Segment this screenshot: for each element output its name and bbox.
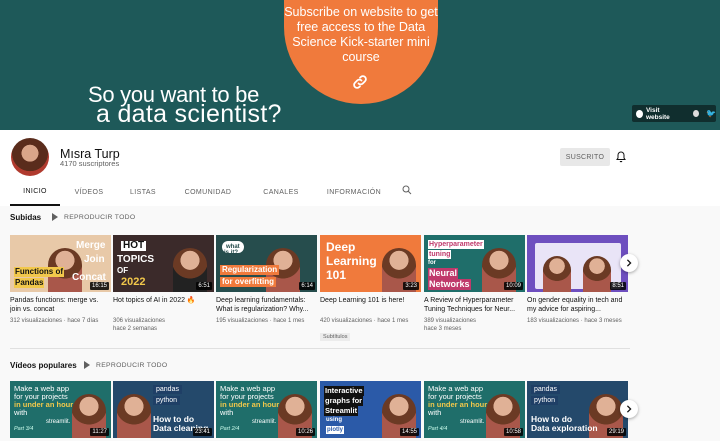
play-all-label: REPRODUCIR TODO: [96, 361, 168, 369]
video-thumbnail[interactable]: Deep Learning 101 3:23: [320, 235, 421, 292]
video-duration: 10:26: [295, 428, 315, 436]
video-duration: 6:14: [299, 282, 315, 290]
video-duration: 6:51: [196, 282, 212, 290]
chevron-right-icon: [626, 259, 632, 267]
tab-canales[interactable]: CANALES: [248, 178, 314, 206]
link-icon[interactable]: [351, 73, 369, 91]
video-card[interactable]: Deep Learning 101 3:23 Deep Learning 101…: [320, 235, 421, 343]
video-title[interactable]: Hot topics of AI in 2022 🔥: [113, 296, 214, 314]
popular-play-all-button[interactable]: REPRODUCIR TODO: [84, 361, 167, 369]
video-meta: 312 visualizaciones · hace 7 días: [10, 318, 99, 324]
video-card[interactable]: Hyperparameter tuning for Neural Network…: [424, 235, 525, 333]
tab-inicio[interactable]: INICIO: [10, 178, 60, 206]
popular-video-thumbnail[interactable]: Interactive graphs for Streamlit using p…: [320, 381, 421, 438]
video-meta: 420 visualizaciones · hace 1 mes: [320, 318, 409, 324]
popular-video-thumbnail[interactable]: pandas python How to do Data cleaning 23:…: [113, 381, 214, 438]
video-duration: 10:58: [503, 428, 523, 436]
popular-video-thumbnail[interactable]: Make a web app for your projects in under …: [10, 381, 111, 438]
search-icon[interactable]: [402, 185, 412, 195]
video-meta: 195 visualizaciones · hace 1 mes: [216, 318, 305, 324]
video-card[interactable]: 8:51 On gender equality in tech and my a…: [527, 235, 628, 325]
video-card[interactable]: Merge Join Concat Functions of Pandas 16…: [10, 235, 111, 325]
visit-website-link[interactable]: Visit website 🐦: [632, 105, 716, 122]
popular-shelf-title[interactable]: Vídeos populares: [10, 361, 77, 370]
video-duration: 16:15: [89, 282, 109, 290]
popular-video-thumbnail[interactable]: Make a web app for your projects in under …: [424, 381, 525, 438]
channel-banner: Subscribe on website to get free access …: [0, 0, 720, 130]
play-all-label: REPRODUCIR TODO: [64, 213, 136, 221]
subscribe-button[interactable]: SUSCRITO: [560, 148, 610, 166]
globe-icon: [636, 109, 643, 118]
subscriber-count: 4170 suscriptores: [60, 159, 120, 168]
video-thumbnail[interactable]: Merge Join Concat Functions of Pandas 16…: [10, 235, 111, 292]
instagram-icon[interactable]: [692, 110, 700, 117]
tab-comunidad[interactable]: COMUNIDAD: [168, 178, 248, 206]
shelf-divider: [10, 348, 630, 349]
video-title[interactable]: Deep learning fundamentals: What is regu…: [216, 296, 317, 314]
video-card[interactable]: what is it? Regularization for overfitti…: [216, 235, 317, 325]
video-meta: 389 visualizaciones hace 3 meses: [424, 318, 477, 332]
video-duration: 3:23: [403, 282, 419, 290]
video-duration: 23:41: [192, 428, 212, 436]
video-thumbnail[interactable]: Hyperparameter tuning for Neural Network…: [424, 235, 525, 292]
tab-informacion[interactable]: INFORMACIÓN: [314, 178, 394, 206]
popular-video-thumbnail[interactable]: pandas python How to do Data exploration …: [527, 381, 628, 438]
banner-headline-2: a data scientist?: [96, 100, 282, 128]
uploads-play-all-button[interactable]: REPRODUCIR TODO: [52, 213, 135, 221]
video-title[interactable]: Pandas functions: merge vs. join vs. con…: [10, 296, 111, 314]
tab-videos[interactable]: VÍDEOS: [60, 178, 118, 206]
visit-website-label: Visit website: [645, 106, 670, 121]
play-icon: [84, 361, 90, 369]
channel-tabs: INICIO VÍDEOS LISTAS COMUNIDAD CANALES I…: [10, 178, 394, 206]
video-thumbnail[interactable]: HOT TOPICS OF 2022 6:51: [113, 235, 214, 292]
video-meta: 183 visualizaciones · hace 3 meses: [527, 318, 622, 324]
video-thumbnail[interactable]: what is it? Regularization for overfitti…: [216, 235, 317, 292]
video-card[interactable]: HOT TOPICS OF 2022 6:51 Hot topics of AI…: [113, 235, 214, 333]
uploads-next-button[interactable]: [620, 254, 638, 272]
video-thumbnail[interactable]: 8:51: [527, 235, 628, 292]
video-meta: 306 visualizaciones hace 2 semanas: [113, 318, 166, 332]
video-title[interactable]: On gender equality in tech and my advice…: [527, 296, 628, 314]
video-duration: 11:27: [90, 428, 109, 436]
channel-avatar[interactable]: [11, 138, 49, 176]
channel-page: Subscribe on website to get free access …: [0, 0, 720, 441]
video-duration: 29:19: [606, 428, 626, 436]
chevron-right-icon: [626, 405, 632, 413]
uploads-shelf-title[interactable]: Subidas: [10, 213, 41, 222]
popular-next-button[interactable]: [620, 400, 638, 418]
video-duration: 14:55: [399, 428, 419, 436]
video-duration: 10:09: [503, 282, 523, 290]
video-duration: 8:51: [610, 282, 626, 290]
twitter-icon[interactable]: 🐦: [706, 109, 716, 118]
popular-video-thumbnail[interactable]: Make a web app for your projects in under …: [216, 381, 317, 438]
video-title[interactable]: A Review of Hyperparameter Tuning Techni…: [424, 296, 525, 314]
promo-text[interactable]: Subscribe on website to get free access …: [284, 5, 438, 65]
subtitles-badge: Subtítulos: [320, 333, 351, 341]
tab-listas[interactable]: LISTAS: [118, 178, 168, 206]
play-icon: [52, 213, 58, 221]
video-title[interactable]: Deep Learning 101 is here!: [320, 296, 421, 314]
bell-icon[interactable]: [616, 151, 626, 163]
